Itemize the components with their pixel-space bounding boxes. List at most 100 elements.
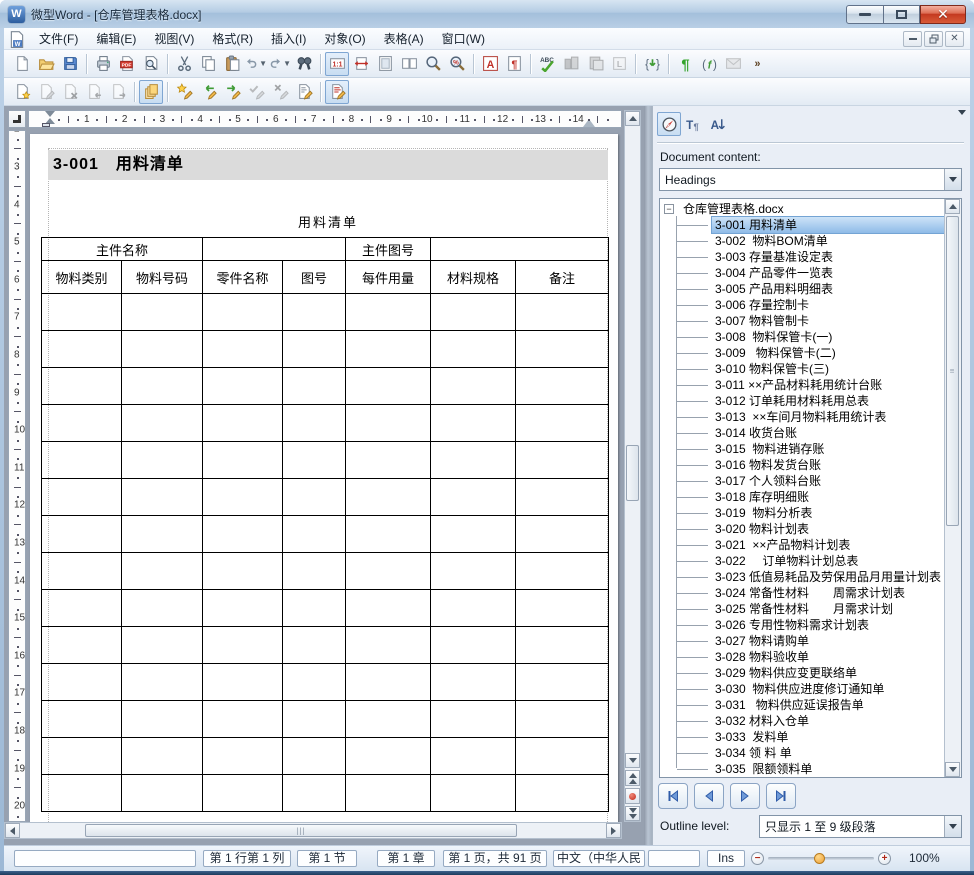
table-cell[interactable]	[41, 700, 122, 738]
formatting-marks-button[interactable]: ¶	[502, 52, 526, 76]
tree-root-item[interactable]: − 仓库管理表格.docx	[660, 201, 944, 217]
tree-item[interactable]: 3-029 物料供应变更联络单	[660, 665, 944, 681]
more-button[interactable]: »	[745, 52, 769, 76]
cut-button[interactable]	[172, 52, 196, 76]
table-cell[interactable]	[120, 589, 204, 627]
vertical-scroll-thumb[interactable]	[626, 445, 639, 501]
zoom-track[interactable]	[768, 853, 874, 864]
table-cell[interactable]	[41, 404, 122, 442]
maximize-button[interactable]	[884, 4, 920, 24]
table-cell[interactable]: 主件图号	[345, 237, 432, 261]
menu-item[interactable]: 对象(O)	[315, 32, 374, 46]
column-header-cell[interactable]: 材料规格	[430, 260, 517, 294]
menu-item[interactable]: 文件(F)	[30, 32, 87, 46]
table-cell[interactable]	[282, 737, 347, 775]
table-cell[interactable]	[202, 700, 284, 738]
export-pdf-button[interactable]: PDF	[115, 52, 139, 76]
table-cell[interactable]	[430, 663, 517, 701]
table-cell[interactable]	[202, 737, 284, 775]
zoom-slider[interactable]: − +	[751, 852, 891, 865]
find-replace-button[interactable]	[292, 52, 316, 76]
table-cell[interactable]	[515, 737, 610, 775]
tree-scroll-up-button[interactable]	[945, 199, 960, 214]
table-cell[interactable]	[120, 478, 204, 516]
table-cell[interactable]	[515, 293, 610, 331]
column-header-cell[interactable]: 物料号码	[120, 260, 204, 294]
horizontal-scrollbar[interactable]: |||	[4, 822, 622, 839]
tree-item[interactable]: 3-013 ××车间月物料耗用统计表	[660, 409, 944, 425]
zoom-entire-page-button[interactable]	[373, 52, 397, 76]
tree-item[interactable]: 3-028 物料验收单	[660, 649, 944, 665]
tree-item[interactable]: 3-006 存量控制卡	[660, 297, 944, 313]
tree-item[interactable]: 3-024 常备性材料 周需求计划表	[660, 585, 944, 601]
table-cell[interactable]	[430, 441, 517, 479]
previous-page-button[interactable]	[625, 770, 640, 786]
table-cell[interactable]	[202, 626, 284, 664]
language-field[interactable]: 中文（中华人民	[553, 850, 645, 867]
table-cell[interactable]	[345, 515, 432, 553]
tree-item[interactable]: 3-027 物料请购单	[660, 633, 944, 649]
menu-item[interactable]: 表格(A)	[375, 32, 433, 46]
zoom-in-button[interactable]: +	[878, 852, 891, 865]
insert-function-button[interactable]: () f	[697, 52, 721, 76]
new-document-button[interactable]	[10, 52, 34, 76]
table-cell[interactable]	[345, 774, 432, 812]
table-cell[interactable]	[345, 663, 432, 701]
chevron-down-icon[interactable]: ▼	[283, 59, 291, 68]
next-change-button[interactable]	[220, 80, 244, 104]
table-cell[interactable]	[282, 589, 347, 627]
tree-item[interactable]: 3-021 ××产品物料计划表	[660, 537, 944, 553]
doc-new-version-button[interactable]	[10, 80, 34, 104]
table-cell[interactable]	[202, 367, 284, 405]
table-cell[interactable]	[345, 441, 432, 479]
table-cell[interactable]	[430, 478, 517, 516]
tree-item[interactable]: 3-033 发料单	[660, 729, 944, 745]
table-cell[interactable]	[515, 515, 610, 553]
zoom-page-width-button[interactable]	[349, 52, 373, 76]
table-cell[interactable]	[345, 404, 432, 442]
table-cell[interactable]	[282, 330, 347, 368]
minimize-button[interactable]	[846, 4, 884, 24]
table-cell[interactable]	[282, 478, 347, 516]
tree-item[interactable]: 3-026 专用性物料需求计划表	[660, 617, 944, 633]
table-cell[interactable]	[202, 774, 284, 812]
table-cell[interactable]	[282, 626, 347, 664]
table-cell[interactable]	[41, 478, 122, 516]
tree-scrollbar[interactable]: ≡	[944, 199, 961, 777]
page-field[interactable]: 第 1 页，共 91 页	[443, 850, 547, 867]
menu-item[interactable]: 视图(V)	[145, 32, 203, 46]
tree-item[interactable]: 3-003 存量基准设定表	[660, 249, 944, 265]
table-cell[interactable]	[515, 367, 610, 405]
tree-item[interactable]: 3-005 产品用料明细表	[660, 281, 944, 297]
table-cell[interactable]	[515, 663, 610, 701]
tree-item[interactable]: 3-002 物料BOM清单	[660, 233, 944, 249]
table-cell[interactable]	[120, 515, 204, 553]
document-page[interactable]: 3-001 用料清单 用料清单 主件名称 主件图号 物料类别 物料号码 零件名称 图号 每件…	[30, 134, 618, 822]
chevron-down-icon[interactable]: ▼	[259, 59, 267, 68]
tree-item[interactable]: 3-011 ××产品材料耗用统计台账	[660, 377, 944, 393]
zoom-percentage[interactable]: 100%	[909, 851, 940, 865]
zoom-percent-button[interactable]: %	[445, 52, 469, 76]
table-cell[interactable]	[41, 626, 122, 664]
scroll-down-button[interactable]	[625, 753, 640, 768]
status-text-field[interactable]	[14, 850, 196, 867]
table-cell[interactable]	[120, 700, 204, 738]
menu-item[interactable]: 编辑(E)	[87, 32, 145, 46]
table-cell[interactable]	[202, 330, 284, 368]
record-changes-button[interactable]	[172, 80, 196, 104]
menu-item[interactable]: 插入(I)	[262, 32, 315, 46]
child-restore-button[interactable]	[924, 30, 943, 47]
tree-item[interactable]: 3-019 物料分析表	[660, 505, 944, 521]
tree-item[interactable]: 3-032 材料入仓单	[660, 713, 944, 729]
last-heading-button[interactable]	[766, 783, 796, 809]
table-cell[interactable]	[202, 293, 284, 331]
table-cell[interactable]	[202, 663, 284, 701]
tree-item[interactable]: 3-009 物料保管卡(二)	[660, 345, 944, 361]
table-cell[interactable]	[430, 515, 517, 553]
horizontal-scroll-thumb[interactable]: |||	[85, 824, 517, 837]
tree-item[interactable]: 3-007 物料管制卡	[660, 313, 944, 329]
dropdown-button[interactable]	[944, 169, 961, 190]
table-cell[interactable]	[41, 552, 122, 590]
column-header-cell[interactable]: 图号	[282, 260, 347, 294]
table-cell[interactable]	[345, 293, 432, 331]
